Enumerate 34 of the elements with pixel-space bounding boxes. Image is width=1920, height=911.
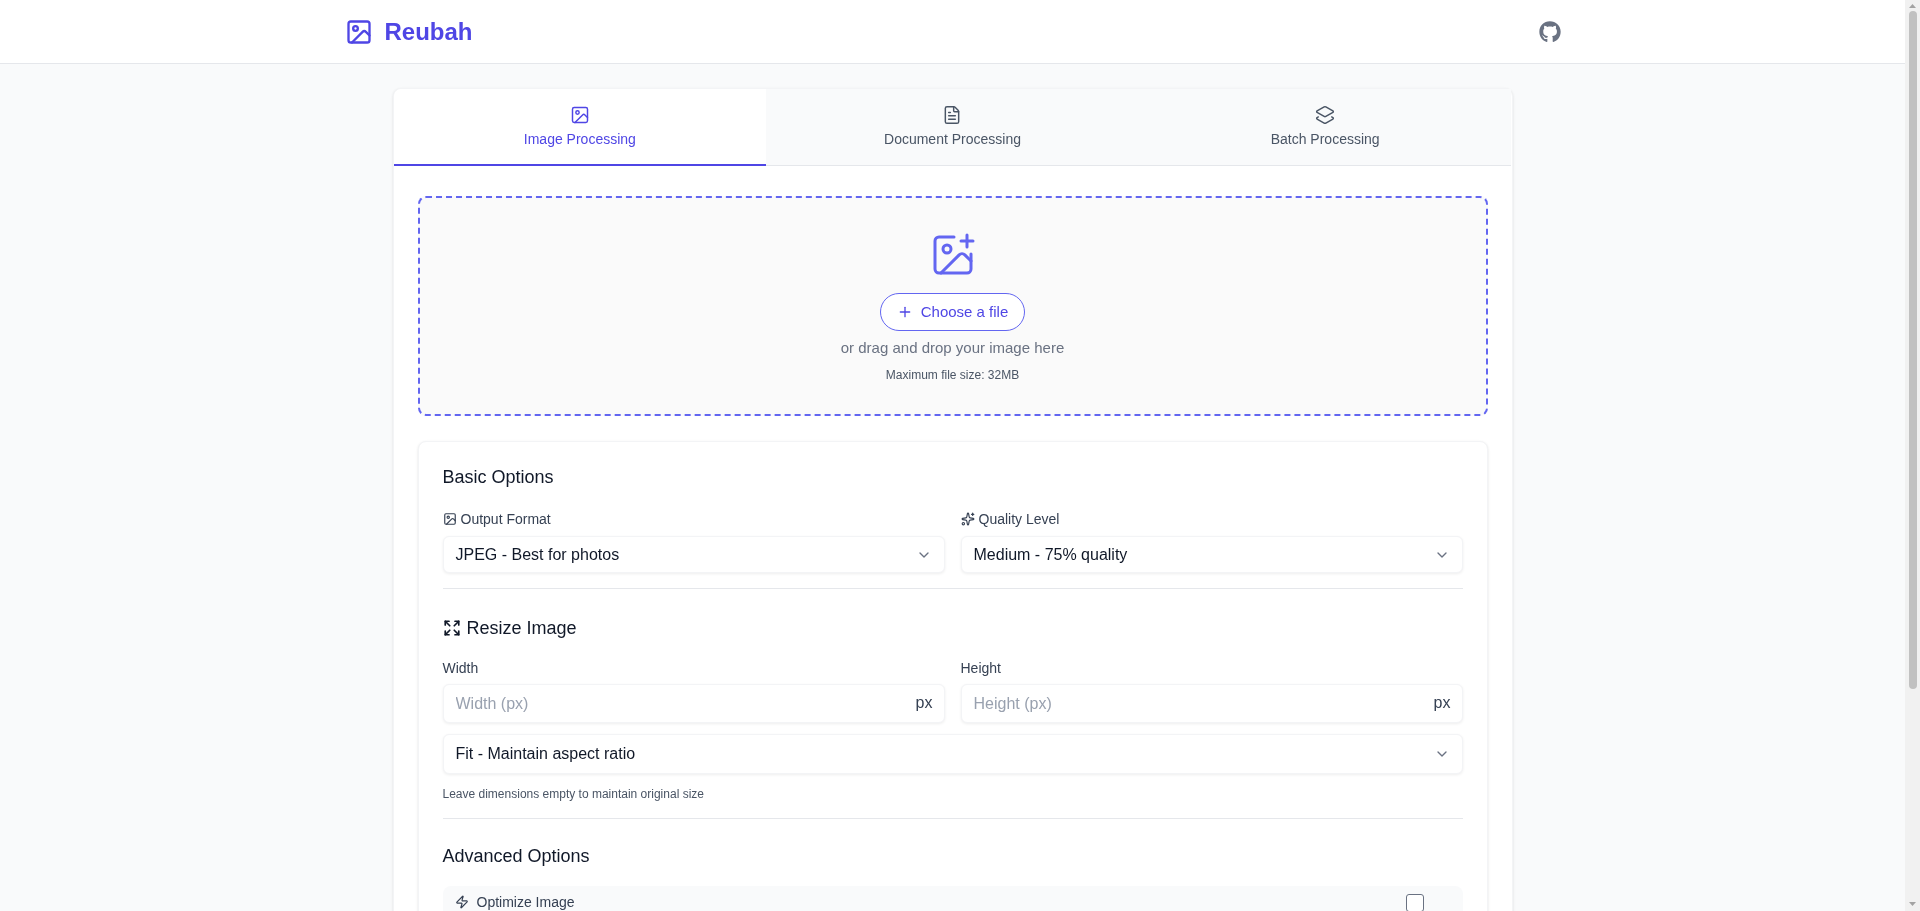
scrollbar-thumb[interactable] <box>1908 11 1917 689</box>
option-label: Optimize Image <box>476 894 575 910</box>
resize-mode-select[interactable]: Fit - Maintain aspect ratio <box>442 734 1463 774</box>
image-icon <box>344 17 373 46</box>
resize-note: Leave dimensions empty to maintain original size <box>442 786 705 802</box>
github-icon[interactable] <box>1538 20 1561 43</box>
tab[interactable]: Image Processing <box>393 89 767 166</box>
image-icon <box>569 104 590 125</box>
section-title: Advanced Options <box>442 845 591 868</box>
stack-icon <box>1315 105 1336 125</box>
lightning-icon <box>454 895 469 909</box>
select-field[interactable]: Medium - 75% quality <box>960 536 1463 573</box>
checkbox[interactable] <box>1405 894 1424 911</box>
unit-label: px <box>1433 693 1451 713</box>
upload-dropzone[interactable]: Choose a file or drag and drop your image here Maximum file size: 32MB <box>417 196 1488 416</box>
unit-label: px <box>915 693 933 713</box>
select-field[interactable]: JPEG - Best for photos <box>442 536 945 573</box>
section-title: Resize Image <box>466 617 577 640</box>
tab[interactable]: Batch Processing <box>1138 89 1512 166</box>
sparkles-icon <box>960 512 975 526</box>
scroll-down-icon[interactable] <box>1909 902 1916 906</box>
field-label: Width <box>442 659 480 678</box>
field-label: Quality Level <box>978 510 1060 529</box>
drop-hint: or drag and drop your image here <box>840 338 1065 358</box>
section-title: Basic Options <box>442 466 555 489</box>
scroll-up-icon[interactable] <box>1909 4 1916 8</box>
tab[interactable]: Document Processing <box>766 89 1139 166</box>
field-label: Output Format <box>460 510 551 529</box>
brand-link[interactable]: Reubah <box>344 15 473 48</box>
choose-file-button[interactable]: Choose a file <box>879 293 1026 331</box>
image-icon <box>442 512 457 526</box>
expand-icon <box>442 619 461 637</box>
file-size-note: Maximum file size: 32MB <box>885 367 1020 383</box>
field-label: Height <box>960 659 1002 678</box>
